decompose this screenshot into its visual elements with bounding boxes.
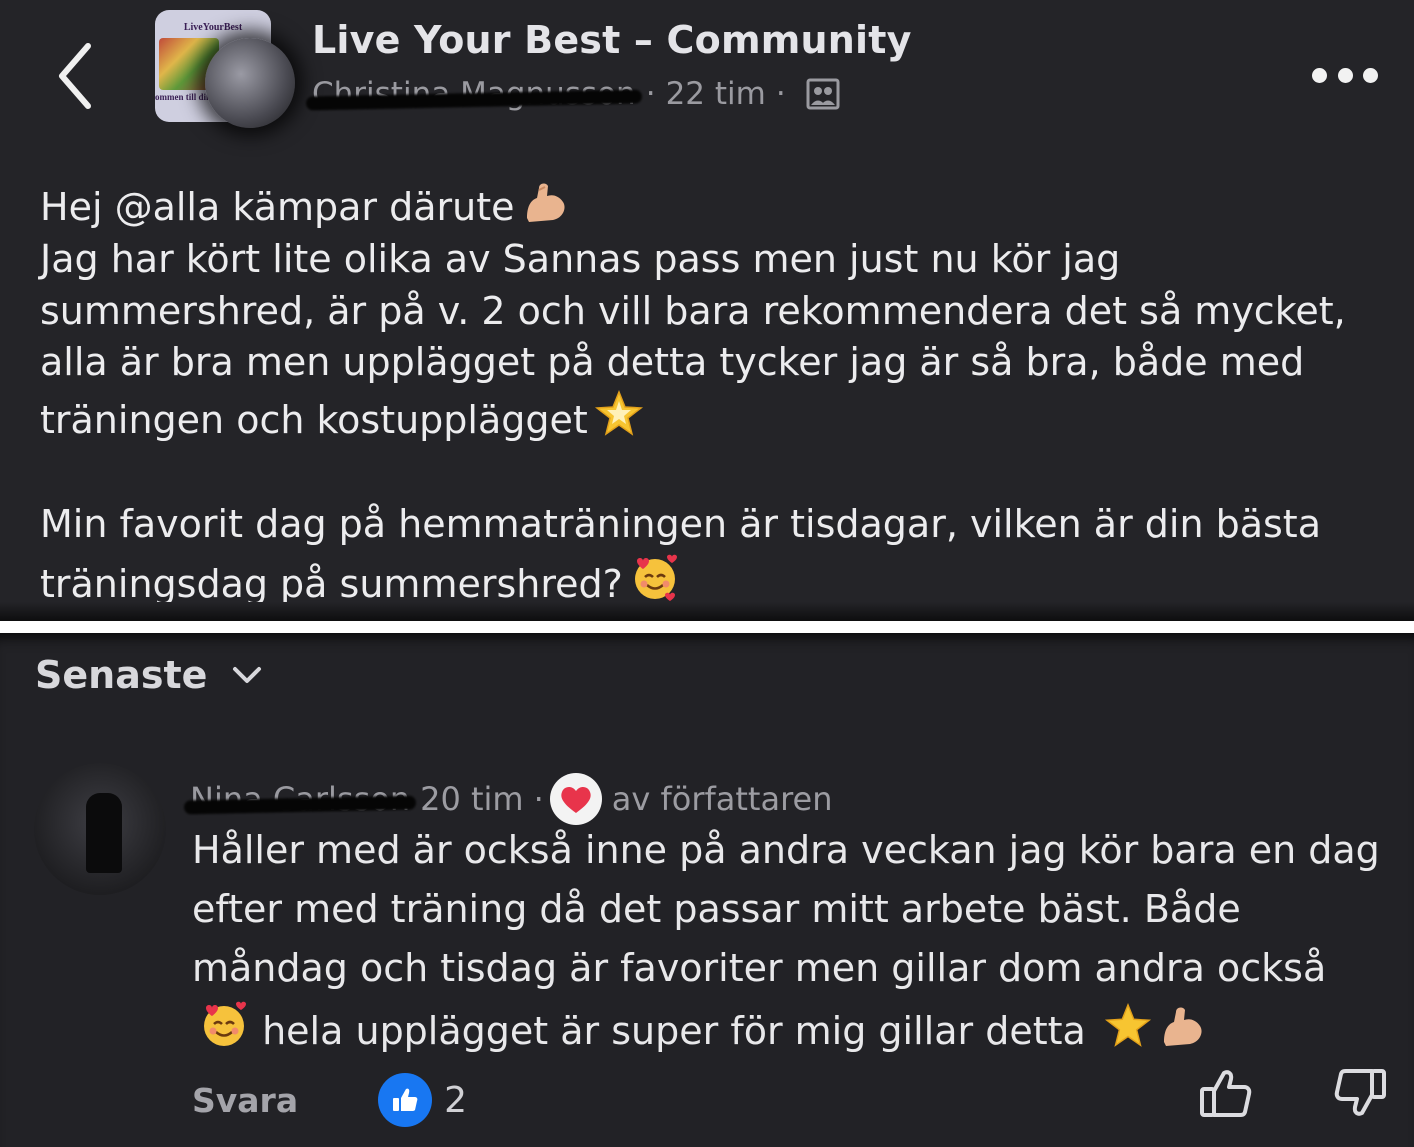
comments-panel: Senaste Nina Carlsson 20 tim · av förfat… [0, 633, 1414, 1147]
author-heart-icon [549, 773, 602, 825]
comment-meta: Nina Carlsson 20 tim · av författaren [190, 773, 832, 825]
post-paragraph: Jag har kört lite olika av Sannas pass m… [40, 236, 1346, 443]
members-group-icon [806, 78, 840, 110]
like-reaction-icon[interactable] [378, 1073, 433, 1127]
smiling-face-with-hearts-icon [634, 554, 677, 601]
post-body: Hej @alla kämpar därute Jag har kört lit… [40, 178, 1390, 611]
flexed-biceps-icon [526, 183, 565, 222]
reply-button[interactable]: Svara [192, 1081, 298, 1120]
commenter-avatar[interactable] [34, 763, 166, 895]
group-avatar-logo-text: LiveYourBest [183, 22, 243, 33]
meta-separator: · [533, 780, 544, 818]
post-meta: Christina Magnusson · 22 tim · [312, 76, 840, 112]
flexed-biceps-icon [1163, 1007, 1202, 1046]
meta-separator[interactable]: 20 tim [420, 780, 524, 818]
thumbs-up-icon[interactable] [1198, 1065, 1254, 1121]
author-avatar[interactable] [205, 38, 295, 128]
sort-label: Senaste [35, 653, 208, 697]
post-paragraph: Hej @alla kämpar därute [40, 178, 1390, 234]
meta-separator: · [645, 76, 656, 112]
like-count: 2 [444, 1079, 467, 1121]
post-paragraph: Min favorit dag på hemmaträningen är tis… [40, 501, 1321, 606]
author-name[interactable]: Christina Magnusson [312, 76, 636, 112]
meta-separator: · [775, 76, 786, 112]
loved-by-author-label: av författaren [611, 780, 833, 818]
screenshot-divider [0, 621, 1414, 633]
post-time[interactable]: 22 tim [666, 76, 766, 112]
star-icon [1104, 1002, 1151, 1047]
group-title[interactable]: Live Your Best – Community [312, 18, 912, 62]
more-options-icon[interactable] [1312, 66, 1378, 84]
chevron-down-icon [233, 667, 262, 683]
sort-dropdown[interactable]: Senaste [35, 653, 265, 697]
commenter-name[interactable]: Nina Carlsson [190, 780, 410, 818]
back-arrow-icon[interactable] [52, 38, 100, 114]
smiling-face-with-hearts-icon [204, 1001, 246, 1046]
thumbs-down-icon[interactable] [1332, 1065, 1388, 1121]
comment-text: Håller med är också inne på andra veckan… [192, 828, 1380, 1053]
separator-shadow [0, 602, 1414, 622]
glowing-star-icon [594, 390, 643, 436]
comment-actions: Svara 2 [192, 1069, 1392, 1127]
post-panel: LiveYourBest ommen till din Live Your Be… [0, 0, 1414, 612]
